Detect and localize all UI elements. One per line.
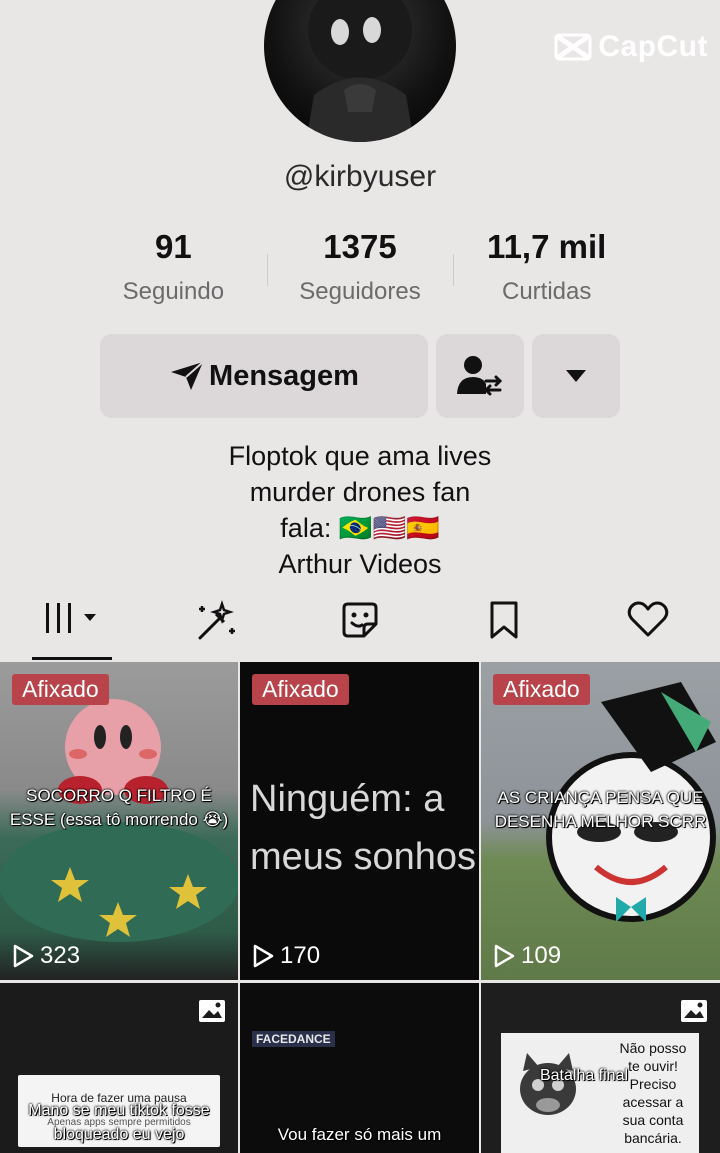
profile-avatar[interactable] xyxy=(264,0,456,142)
stat-value: 91 xyxy=(154,228,192,265)
stat-label: Curtidas xyxy=(501,278,592,305)
play-icon xyxy=(13,944,34,968)
play-icon xyxy=(494,944,515,968)
stat-followers[interactable]: 1375 Seguidores xyxy=(266,228,454,306)
video-thumbnail[interactable]: Afixado SOCORRO Q FILTRO É ESSE (essa tô… xyxy=(0,662,238,980)
bio-line: Arthur Videos xyxy=(278,549,442,579)
photo-icon xyxy=(199,1000,225,1022)
heart-icon xyxy=(627,601,669,637)
capcut-logo-icon xyxy=(554,33,592,61)
bio-line: Floptok que ama lives xyxy=(228,441,492,471)
pinned-badge: Afixado xyxy=(12,674,109,705)
play-icon xyxy=(253,944,274,968)
stat-likes[interactable]: 11,7 mil Curtidas xyxy=(453,228,640,306)
sticker-face-icon xyxy=(342,602,378,638)
user-swap-icon xyxy=(457,356,503,396)
view-count-value: 170 xyxy=(280,942,321,969)
video-caption: Vou fazer só mais um xyxy=(277,1125,442,1144)
video-caption: Mano se meu tiktok fosse bloqueado eu ve… xyxy=(28,1102,210,1143)
video-caption: Ninguém: a meus sonhos xyxy=(250,778,477,878)
meme-card: Não posso te ouvir! Preciso acessar a su… xyxy=(501,1033,699,1153)
photo-icon xyxy=(681,1000,707,1022)
capcut-watermark: CapCut xyxy=(554,30,708,64)
grid-icon xyxy=(46,603,96,633)
video-thumbnail[interactable]: Hora de fazer uma pausa Apenas apps semp… xyxy=(0,983,238,1153)
sparkle-wand-icon xyxy=(198,600,235,640)
tab-liked[interactable] xyxy=(576,600,720,660)
stat-value: 1375 xyxy=(323,228,397,265)
view-count-value: 323 xyxy=(40,942,81,969)
send-icon xyxy=(171,361,204,390)
pinned-badge: Afixado xyxy=(252,674,349,705)
video-caption: SOCORRO Q FILTRO É ESSE (essa tô morrend… xyxy=(9,786,229,829)
profile-username: @kirbyuser xyxy=(283,160,437,193)
more-options-button[interactable] xyxy=(532,334,620,418)
tab-videos[interactable] xyxy=(0,600,144,660)
message-button[interactable]: Mensagem xyxy=(100,334,428,418)
avatar-character-icon xyxy=(306,0,414,142)
tab-saved[interactable] xyxy=(432,600,576,660)
follow-switch-button[interactable] xyxy=(436,334,524,418)
caret-down-icon xyxy=(566,370,586,382)
capcut-brand: CapCut xyxy=(598,30,708,63)
pinned-badge: Afixado xyxy=(493,674,590,705)
profile-stats: 91 Seguindo 1375 Seguidores 11,7 mil Cur… xyxy=(80,228,640,306)
video-caption: Batalha final xyxy=(539,1067,629,1084)
video-grid: Afixado SOCORRO Q FILTRO É ESSE (essa tô… xyxy=(0,662,720,1153)
video-thumbnail[interactable]: Não posso te ouvir! Preciso acessar a su… xyxy=(481,983,720,1153)
video-thumbnail[interactable]: Afixado Ninguém: a meus sonhos 170 xyxy=(240,662,479,980)
message-button-label: Mensagem xyxy=(209,359,359,392)
tab-effects[interactable] xyxy=(144,600,288,660)
stat-label: Seguindo xyxy=(122,278,225,305)
bio-line: murder drones fan xyxy=(249,477,471,507)
stat-following[interactable]: 91 Seguindo xyxy=(80,228,267,306)
video-caption: AS CRIANÇA PENSA QUE DESENHA MELHOR SCRR xyxy=(494,788,707,831)
tab-stickers[interactable] xyxy=(288,600,432,660)
bio-line: fala: 🇧🇷🇺🇸🇪🇸 xyxy=(280,513,440,543)
profile-tabs xyxy=(0,600,720,660)
view-count-value: 109 xyxy=(521,942,562,969)
stat-value: 11,7 mil xyxy=(487,228,607,265)
view-count: 109 xyxy=(493,942,561,970)
profile-bio: Floptok que ama lives murder drones fan … xyxy=(0,438,720,582)
bookmark-icon xyxy=(490,601,518,639)
view-count: 323 xyxy=(12,942,80,970)
view-count: 170 xyxy=(252,942,320,970)
stat-label: Seguidores xyxy=(299,278,421,305)
video-thumbnail[interactable]: Afixado AS CRIANÇA PENSA QUE DESENHA MEL… xyxy=(481,662,720,980)
talking-cat-image xyxy=(520,1053,576,1115)
facedance-logo: FACEDANCE xyxy=(252,1031,335,1047)
video-thumbnail[interactable]: FACEDANCE Vou fazer só mais um xyxy=(240,983,479,1153)
meme-side-text: Não posso te ouvir! Preciso acessar a su… xyxy=(619,1040,687,1146)
